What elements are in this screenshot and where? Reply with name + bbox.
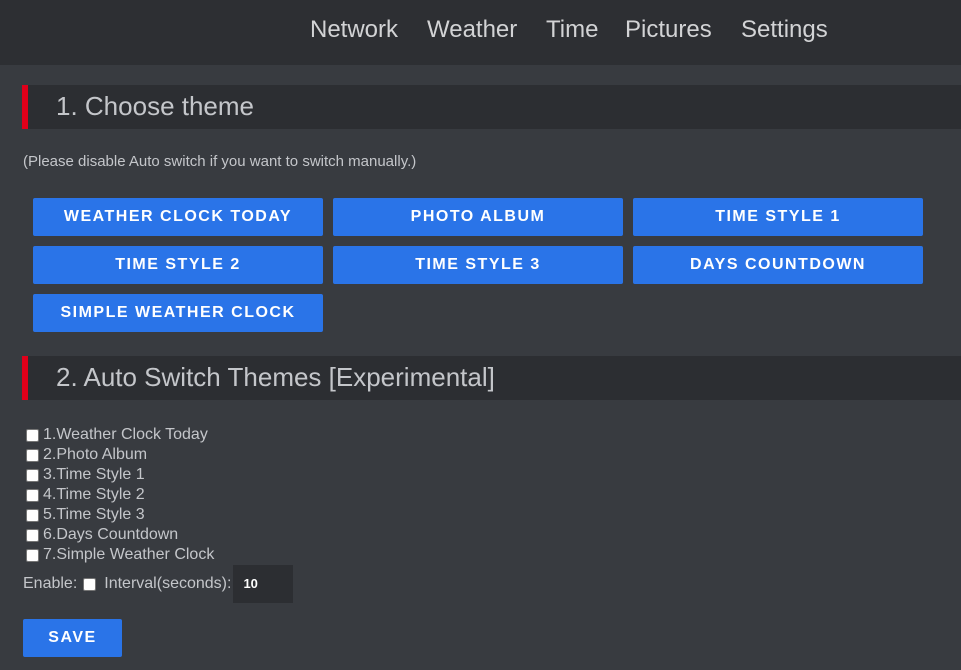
auto-theme-checkbox[interactable] bbox=[26, 468, 39, 482]
manual-switch-note: (Please disable Auto switch if you want … bbox=[23, 153, 417, 170]
auto-theme-row: 3.Time Style 1 bbox=[26, 465, 145, 485]
auto-switch-header: 2. Auto Switch Themes [Experimental] bbox=[22, 356, 961, 400]
auto-theme-checkbox[interactable] bbox=[26, 448, 39, 462]
section-title: 1. Choose theme bbox=[56, 91, 255, 121]
section-accent-bar bbox=[22, 85, 28, 129]
theme-time-style-2-button[interactable]: TIME STYLE 2 bbox=[33, 246, 323, 284]
auto-theme-label: 1.Weather Clock Today bbox=[43, 426, 208, 443]
section-accent-bar bbox=[22, 356, 28, 400]
auto-theme-row: 2.Photo Album bbox=[26, 445, 147, 465]
theme-days-countdown-button[interactable]: DAYS COUNTDOWN bbox=[633, 246, 923, 284]
theme-weather-clock-today-button[interactable]: WEATHER CLOCK TODAY bbox=[33, 198, 323, 236]
enable-row: Enable: Interval(seconds): 10 bbox=[23, 565, 294, 603]
auto-theme-row: 4.Time Style 2 bbox=[26, 485, 145, 505]
theme-time-style-3-button[interactable]: TIME STYLE 3 bbox=[333, 246, 623, 284]
nav-pictures[interactable]: Pictures bbox=[625, 16, 712, 44]
top-navigation: Network Weather Time Pictures Settings bbox=[0, 0, 961, 65]
auto-theme-label: 3.Time Style 1 bbox=[43, 466, 145, 483]
auto-theme-checkbox[interactable] bbox=[26, 528, 39, 542]
nav-network[interactable]: Network bbox=[310, 16, 398, 44]
auto-theme-checkbox[interactable] bbox=[26, 548, 39, 562]
enable-checkbox[interactable] bbox=[83, 577, 97, 591]
choose-theme-header: 1. Choose theme bbox=[22, 85, 961, 129]
auto-theme-label: 2.Photo Album bbox=[43, 446, 148, 463]
theme-photo-album-button[interactable]: PHOTO ALBUM bbox=[333, 198, 623, 236]
auto-theme-checkbox[interactable] bbox=[26, 428, 39, 442]
auto-theme-checkbox[interactable] bbox=[26, 508, 39, 522]
section-title: 2. Auto Switch Themes [Experimental] bbox=[56, 362, 495, 392]
auto-theme-label: 7.Simple Weather Clock bbox=[43, 546, 215, 563]
nav-weather[interactable]: Weather bbox=[427, 16, 517, 44]
auto-theme-checkbox[interactable] bbox=[26, 488, 39, 502]
auto-theme-row: 1.Weather Clock Today bbox=[26, 425, 208, 445]
interval-input[interactable]: 10 bbox=[233, 565, 294, 603]
save-button[interactable]: SAVE bbox=[23, 619, 122, 657]
nav-time[interactable]: Time bbox=[546, 16, 598, 44]
theme-time-style-1-button[interactable]: TIME STYLE 1 bbox=[633, 198, 923, 236]
nav-settings[interactable]: Settings bbox=[741, 16, 828, 44]
theme-simple-weather-clock-button[interactable]: SIMPLE WEATHER CLOCK bbox=[33, 294, 323, 332]
auto-theme-label: 6.Days Countdown bbox=[43, 526, 179, 543]
enable-label: Enable: bbox=[23, 575, 78, 592]
auto-theme-row: 7.Simple Weather Clock bbox=[26, 545, 214, 565]
auto-theme-label: 4.Time Style 2 bbox=[43, 486, 145, 503]
interval-label: Interval(seconds): bbox=[104, 575, 232, 592]
auto-theme-label: 5.Time Style 3 bbox=[43, 506, 145, 523]
auto-theme-row: 6.Days Countdown bbox=[26, 525, 178, 545]
auto-theme-row: 5.Time Style 3 bbox=[26, 505, 145, 525]
